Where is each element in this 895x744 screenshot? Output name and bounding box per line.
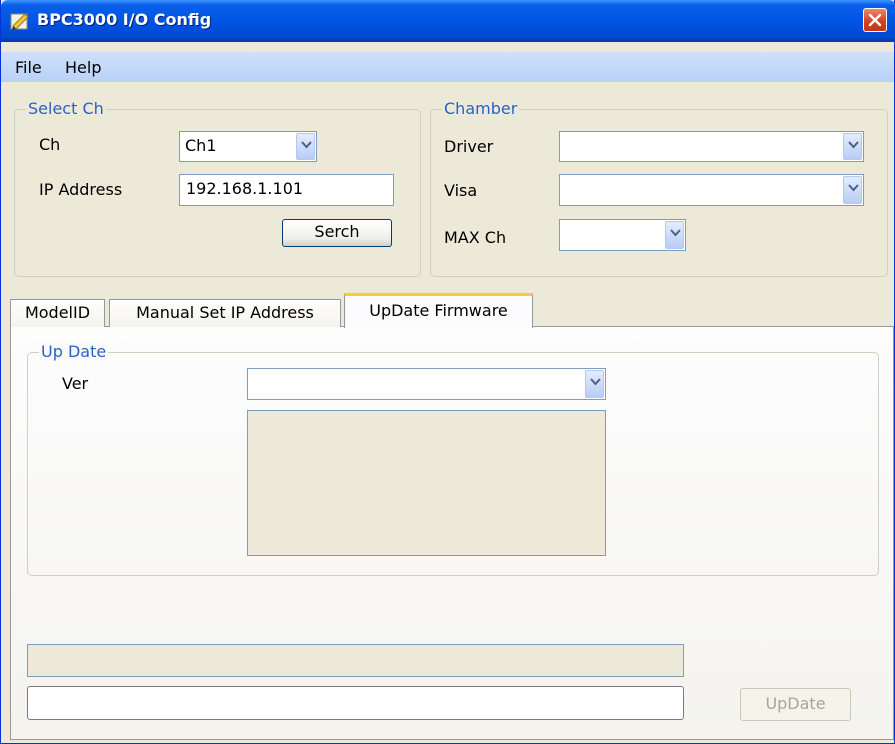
ver-select[interactable] [247, 368, 606, 400]
tab-update-firmware[interactable]: UpDate Firmware [344, 293, 533, 328]
update-status-field [27, 644, 684, 677]
tab-manual-set-ip-address[interactable]: Manual Set IP Address [109, 299, 341, 327]
tab-modelid[interactable]: ModelID [10, 299, 105, 327]
chevron-down-icon[interactable] [296, 133, 315, 160]
close-button[interactable] [863, 8, 887, 32]
max-ch-label: MAX Ch [444, 228, 507, 247]
max-ch-select[interactable] [559, 219, 686, 251]
menu-bar: File Help [1, 52, 894, 82]
chamber-group-title: Chamber [442, 99, 520, 118]
menu-help[interactable]: Help [65, 58, 101, 77]
update-group-title: Up Date [39, 342, 109, 361]
select-ch-group-title: Select Ch [26, 99, 106, 118]
ch-select[interactable]: Ch1 [179, 131, 317, 162]
search-button[interactable]: Serch [282, 219, 392, 247]
app-window: BPC3000 I/O Config File Help Select Ch C… [0, 0, 895, 744]
ch-label: Ch [39, 135, 61, 154]
ch-select-value: Ch1 [185, 136, 217, 155]
ver-label: Ver [62, 374, 89, 393]
chevron-down-icon[interactable] [843, 133, 862, 160]
menu-file[interactable]: File [15, 58, 42, 77]
window-title: BPC3000 I/O Config [37, 10, 212, 29]
ip-address-input[interactable]: 192.168.1.101 [179, 174, 394, 206]
visa-label: Visa [444, 181, 478, 200]
app-icon [10, 11, 30, 31]
driver-label: Driver [444, 137, 494, 156]
visa-select[interactable] [559, 174, 864, 206]
chevron-down-icon[interactable] [843, 176, 862, 204]
update-path-input[interactable] [27, 686, 684, 720]
title-bar[interactable]: BPC3000 I/O Config [1, 0, 895, 42]
chevron-down-icon[interactable] [585, 370, 604, 398]
ip-address-label: IP Address [39, 180, 123, 199]
driver-select[interactable] [559, 131, 864, 162]
close-icon [868, 13, 882, 27]
chevron-down-icon[interactable] [665, 221, 684, 249]
update-log-area[interactable] [247, 410, 606, 556]
update-button[interactable]: UpDate [740, 688, 851, 721]
